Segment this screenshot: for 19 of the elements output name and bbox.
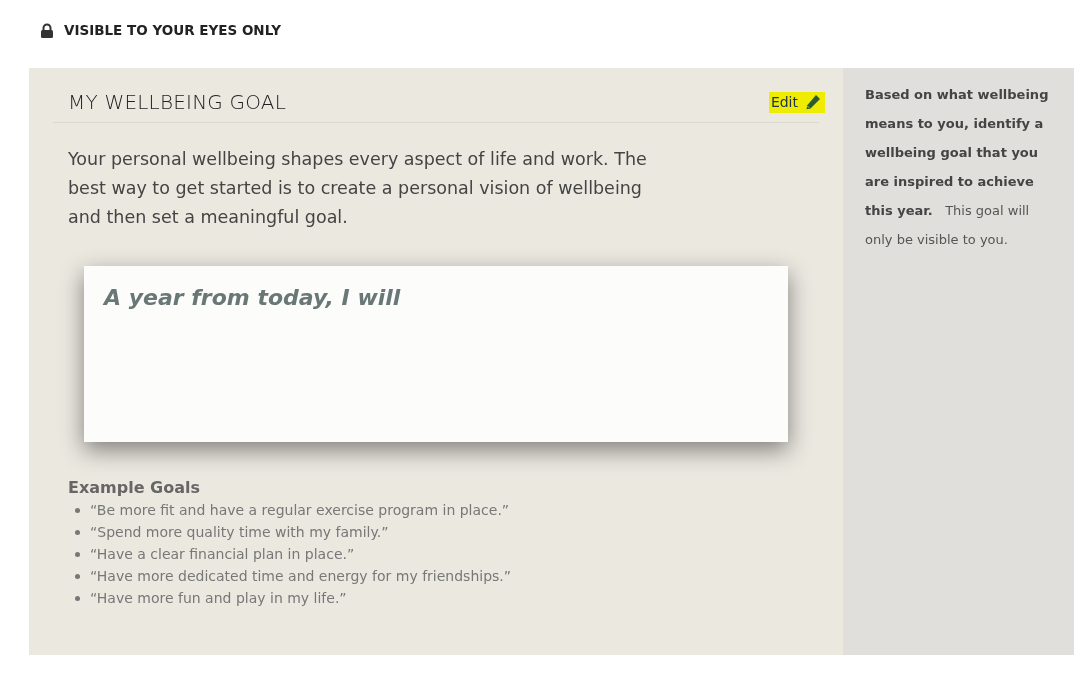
example-goal: “Have more dedicated time and energy for my friendships.”	[90, 568, 512, 584]
lock-icon	[40, 22, 54, 38]
intro-paragraph: Your personal wellbeing shapes every aspect of life and work. The best way to get started is to create a personal vision of wellbeing and then set a meaningful goal.	[68, 148, 648, 229]
example-goal: “Be more fit and have a regular exercise program in place.”	[90, 502, 510, 518]
privacy-notice: VISIBLE TO YOUR EYES ONLY	[64, 22, 281, 38]
bullet-icon	[75, 551, 80, 557]
example-goal: “Have more fun and play in my life.”	[90, 590, 347, 606]
examples-heading: Example Goals	[68, 478, 201, 497]
example-goal: “Have a clear financial plan in place.”	[90, 546, 355, 562]
bullet-icon	[75, 507, 80, 513]
edit-button[interactable]: Edit	[768, 91, 825, 113]
goal-input-field[interactable]: A year from today, I will	[84, 266, 788, 442]
pencil-icon	[804, 93, 821, 111]
panel-title: MY WELLBEING GOAL	[68, 90, 287, 114]
example-goal: “Spend more quality time with my family.”	[90, 524, 389, 540]
sidebar-text: Based on what wellbeing means to you, identify a wellbeing goal that you are inspired to achieve this year. This goal will only be visible to you.	[865, 86, 1050, 249]
bullet-icon	[75, 595, 80, 601]
bullet-icon	[75, 529, 80, 535]
bullet-icon	[75, 573, 80, 579]
